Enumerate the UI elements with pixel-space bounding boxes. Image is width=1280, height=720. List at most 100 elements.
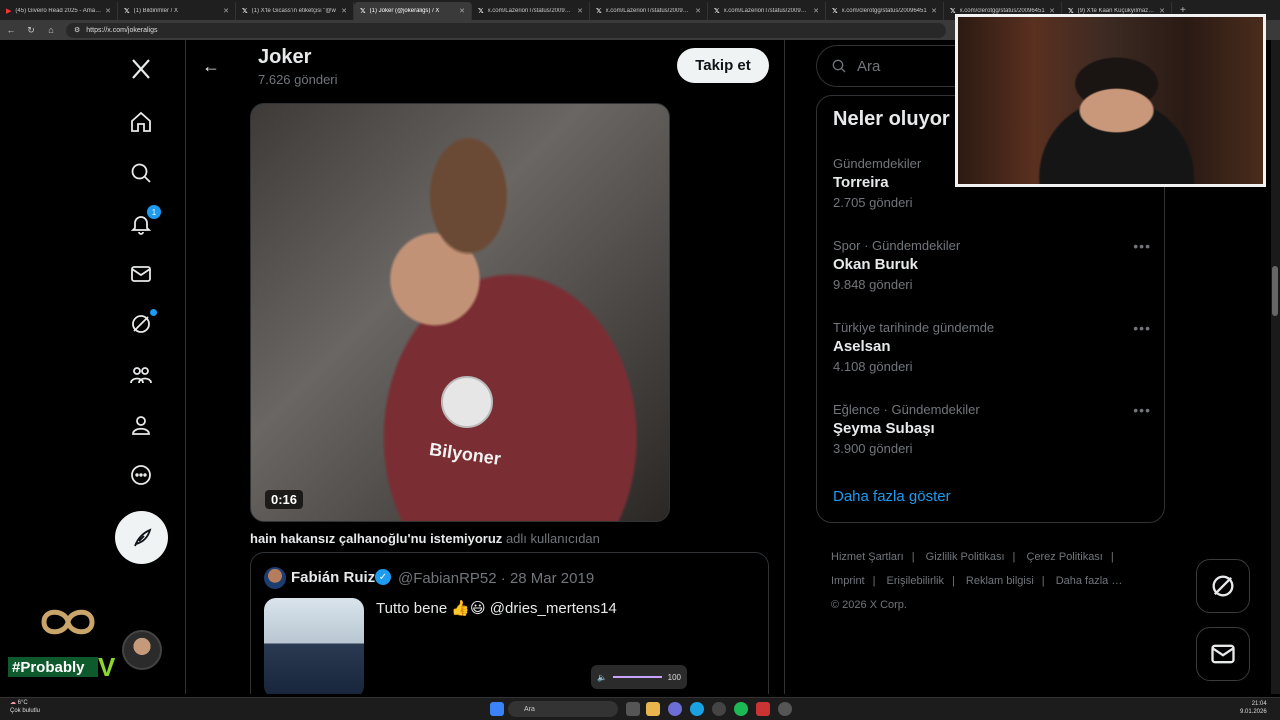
communities-icon[interactable] [128, 362, 154, 388]
browser-tab[interactable]: 𝕏x.com/LazerionT/status/2009640 ✕ [472, 2, 590, 20]
system-clock[interactable]: 21:04 9.01.2026 [1240, 700, 1267, 716]
footer-link-imprint[interactable]: Imprint [831, 575, 865, 587]
search-field[interactable]: Ara [816, 45, 976, 87]
compose-post-button[interactable] [115, 511, 168, 564]
app-icon[interactable] [756, 702, 770, 716]
quoted-avatar[interactable] [264, 567, 286, 589]
more-options-icon[interactable]: ••• [1133, 238, 1151, 254]
grok-icon[interactable] [128, 309, 157, 337]
browser-tab[interactable]: 𝕏x.com/LazerionT/status/2009640 ✕ [590, 2, 708, 20]
obs-icon[interactable] [712, 702, 726, 716]
close-icon[interactable]: ✕ [695, 7, 701, 15]
clock-date: 9.01.2026 [1240, 709, 1267, 715]
trend-item[interactable]: Eğlence · Gündemdekiler Şeyma Subaşı 3.9… [833, 402, 1151, 456]
url-field[interactable]: ⚙ https://x.com/jokeraligs [66, 22, 946, 38]
taskbar-search[interactable]: Ara [508, 701, 618, 717]
search-icon[interactable] [128, 160, 154, 186]
browser-tab[interactable]: ▶ (45) Giveiro Read 2025 - Amazing ✕ [0, 2, 118, 20]
messages-mail-icon[interactable] [128, 261, 154, 287]
footer-link-more[interactable]: Daha fazla … [1056, 575, 1123, 587]
trend-count: 3.900 gönderi [833, 441, 913, 456]
start-windows-icon[interactable] [490, 702, 504, 716]
trend-name: Okan Buruk [833, 256, 919, 273]
dragon-logo-icon [41, 609, 95, 635]
scrollbar-thumb[interactable] [1272, 266, 1278, 316]
weather-temp: 6°C [17, 700, 28, 706]
close-icon[interactable]: ✕ [459, 7, 465, 15]
x-icon: 𝕏 [714, 8, 720, 15]
show-more-link[interactable]: Daha fazla göster [833, 488, 951, 505]
trend-item[interactable]: Türkiye tarihinde gündemde Aselsan 4.108… [833, 320, 1151, 374]
page-scrollbar[interactable] [1271, 40, 1280, 694]
home-icon[interactable] [128, 109, 154, 135]
footer-link-terms[interactable]: Hizmet Şartları [831, 551, 904, 563]
weather-desc: Çok bulutlu [10, 708, 41, 714]
x-logo-icon[interactable] [128, 56, 154, 82]
youtube-icon: ▶ [6, 8, 12, 15]
close-icon[interactable]: ✕ [341, 7, 347, 15]
notification-count-badge: 1 [147, 205, 161, 219]
x-icon: 𝕏 [478, 8, 484, 15]
quoted-author-handle: @FabianRP52 · 28 Mar 2019 [398, 570, 595, 587]
reload-icon[interactable]: ↻ [26, 25, 36, 36]
weather-icon: ☁ [10, 700, 16, 706]
home-icon[interactable]: ⌂ [46, 25, 56, 35]
x-icon: 𝕏 [242, 8, 248, 15]
browser-tab[interactable]: 𝕏 (1) Bildirimler / X ✕ [118, 2, 236, 20]
browser-tab-active[interactable]: 𝕏 (1) Joker (@jokeraligs) / X ✕ [354, 2, 472, 20]
url-text: https://x.com/jokeraligs [86, 26, 158, 34]
main-column: ← Joker 7.626 gönderi Takip et Bilyoner … [186, 40, 785, 694]
close-icon[interactable]: ✕ [813, 7, 819, 15]
back-arrow-icon[interactable]: ← [6, 25, 16, 35]
x-icon: 𝕏 [596, 8, 602, 15]
site-info-icon[interactable]: ⚙ [74, 26, 80, 34]
quoted-media-thumbnail[interactable] [264, 598, 364, 694]
task-view-icon[interactable] [626, 702, 640, 716]
search-icon [832, 59, 846, 73]
unread-dot [150, 309, 157, 316]
close-icon[interactable]: ✕ [223, 7, 229, 15]
discord-icon[interactable] [668, 702, 682, 716]
hashtag-banner: #Probably [8, 657, 98, 677]
footer-link-privacy[interactable]: Gizlilik Politikası [926, 551, 1005, 563]
browser-tab[interactable]: 𝕏x.com/LazerionT/status/2009641 ✕ [708, 2, 826, 20]
browser-tab[interactable]: 𝕏x.com/clerotgg/status/20096451 ✕ [826, 2, 944, 20]
back-arrow-icon[interactable]: ← [202, 56, 220, 77]
speaker-icon: 🔈 [597, 672, 607, 682]
browser-tab[interactable]: 𝕏 (1) X'te Gicass'ın etiketçisi "@w ✕ [236, 2, 354, 20]
notifications-bell-icon[interactable]: 1 [128, 205, 161, 237]
taskbar-search-label: Ara [524, 705, 535, 713]
file-explorer-icon[interactable] [646, 702, 660, 716]
close-icon[interactable]: ✕ [105, 7, 111, 15]
footer-link-cookies[interactable]: Çerez Politikası [1026, 551, 1102, 563]
trend-context: Spor · Gündemdekiler [833, 238, 961, 253]
x-icon: 𝕏 [832, 8, 838, 15]
spotify-icon[interactable] [734, 702, 748, 716]
more-circle-icon[interactable] [128, 462, 154, 488]
settings-icon[interactable] [778, 702, 792, 716]
more-options-icon[interactable]: ••• [1133, 402, 1151, 418]
trends-title: Neler oluyor [833, 108, 950, 130]
trend-name: Şeyma Subaşı [833, 420, 935, 437]
weather-widget[interactable]: ☁ 6°C Çok bulutlu [10, 699, 40, 715]
more-options-icon[interactable]: ••• [1133, 320, 1151, 336]
quoted-author-name[interactable]: Fabián Ruiz [291, 569, 375, 586]
post-caption: hain hakansız çalhanoğlu'nu istemiyoruz … [250, 531, 600, 546]
footer-link-ads-info[interactable]: Reklam bilgisi [966, 575, 1034, 587]
profile-icon[interactable] [128, 412, 154, 438]
windows-taskbar: ☁ 6°C Çok bulutlu Ara 21:04 9.01.2026 [0, 697, 1280, 720]
edge-icon[interactable] [690, 702, 704, 716]
copyright: © 2026 X Corp. [831, 599, 907, 611]
caption-username[interactable]: hain hakansız çalhanoğlu'nu istemiyoruz [250, 531, 502, 546]
grok-fab-button[interactable] [1196, 559, 1250, 613]
trend-context: Türkiye tarihinde gündemde [833, 320, 995, 335]
close-icon[interactable]: ✕ [931, 7, 937, 15]
footer-link-accessibility[interactable]: Erişilebilirlik [887, 575, 944, 587]
video-player[interactable]: Bilyoner 0:16 [250, 103, 670, 522]
follow-button[interactable]: Takip et [677, 48, 769, 83]
quoted-post[interactable]: Fabián Ruiz ✓ @FabianRP52 · 28 Mar 2019 … [250, 552, 769, 694]
left-navigation: 1 #Probably V [0, 40, 186, 694]
messages-fab-button[interactable] [1196, 627, 1250, 681]
close-icon[interactable]: ✕ [577, 7, 583, 15]
trend-item[interactable]: Spor · Gündemdekiler Okan Buruk 9.848 gö… [833, 238, 1151, 292]
